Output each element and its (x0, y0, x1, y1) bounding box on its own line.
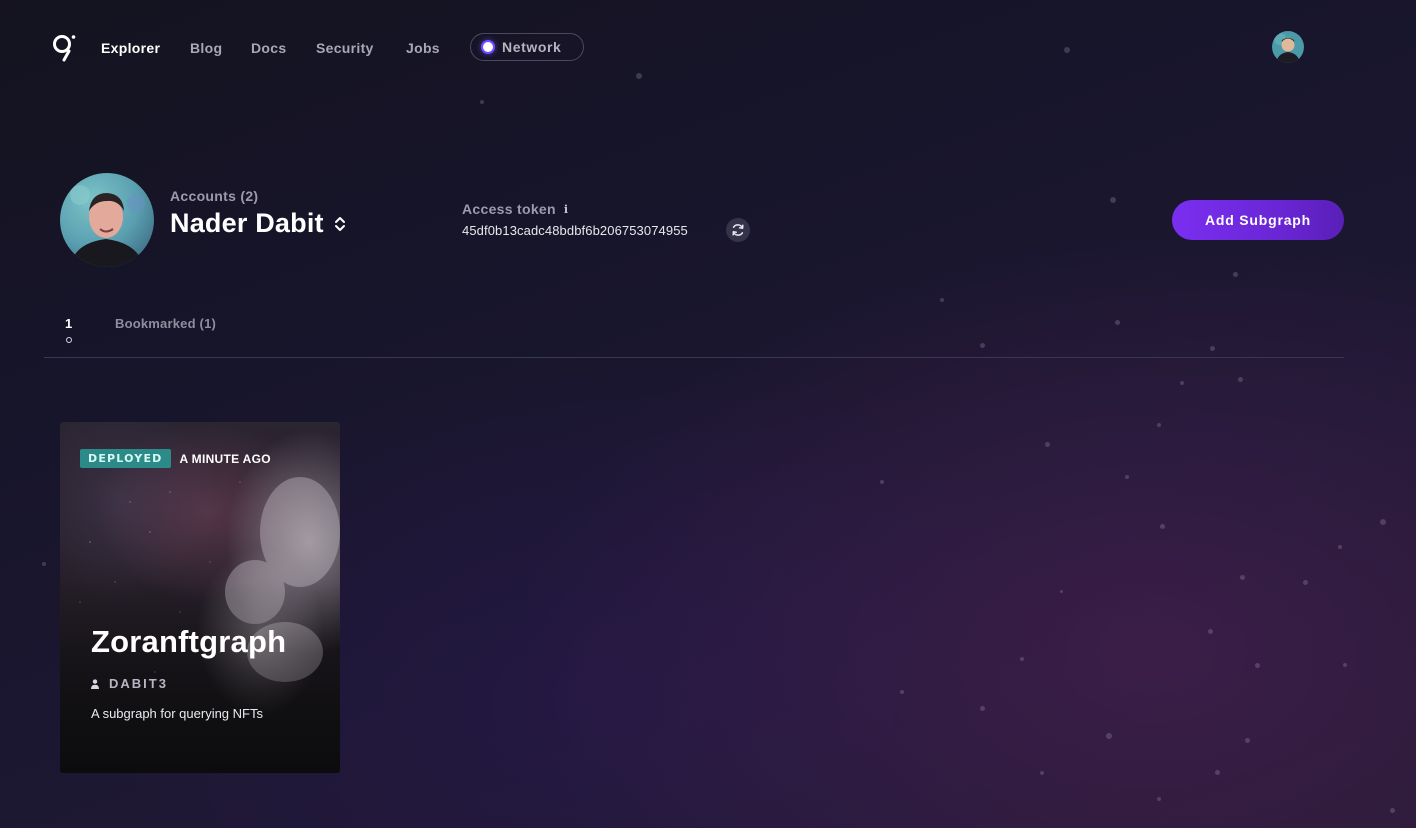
refresh-icon (732, 224, 744, 236)
access-token-label: Access token (462, 201, 556, 217)
top-nav: Explorer Blog Docs Security Jobs Network (0, 0, 1416, 95)
deployed-time: A MINUTE AGO (179, 451, 271, 466)
chevron-up-down-icon (334, 216, 345, 231)
nav-explorer-link[interactable]: Explorer (101, 40, 160, 56)
subgraph-card[interactable]: DEPLOYED A MINUTE AGO Zoranftgraph DABIT… (60, 422, 340, 773)
nav-jobs-link[interactable]: Jobs (406, 40, 440, 56)
nav-blog-link[interactable]: Blog (190, 40, 222, 56)
accounts-count-label: Accounts (2) (170, 188, 259, 204)
access-token-value[interactable]: 45df0b13cadc48bdbf6b206753074955 (462, 223, 688, 238)
status-badge: DEPLOYED (80, 449, 171, 468)
card-status-row: DEPLOYED A MINUTE AGO (80, 449, 271, 468)
add-subgraph-button[interactable]: Add Subgraph (1172, 200, 1344, 240)
nav-security-link[interactable]: Security (316, 40, 374, 56)
network-status-dot-icon (483, 42, 493, 52)
tabs-divider (44, 357, 1344, 358)
account-name: Nader Dabit (170, 208, 324, 238)
subgraph-name: Zoranftgraph (91, 624, 287, 659)
access-token-label-row: Access token i (462, 201, 568, 217)
subgraph-description: A subgraph for querying NFTs (91, 706, 263, 721)
tab-subgraphs[interactable]: 1 (65, 316, 72, 331)
network-button[interactable]: Network (470, 33, 584, 61)
user-icon (91, 678, 99, 689)
info-icon[interactable]: i (564, 203, 568, 216)
user-avatar[interactable] (1272, 31, 1304, 63)
active-tab-indicator-icon (64, 335, 74, 345)
network-label: Network (502, 39, 562, 55)
profile-avatar (60, 173, 154, 267)
nav-docs-link[interactable]: Docs (251, 40, 286, 56)
owner-name: DABIT3 (109, 676, 168, 691)
account-switcher[interactable]: Nader Dabit (170, 208, 346, 239)
subgraph-owner: DABIT3 (91, 676, 168, 691)
regenerate-token-button[interactable] (726, 218, 750, 242)
the-graph-logo-icon[interactable] (52, 33, 78, 63)
tab-bookmarked[interactable]: Bookmarked (1) (115, 316, 216, 331)
